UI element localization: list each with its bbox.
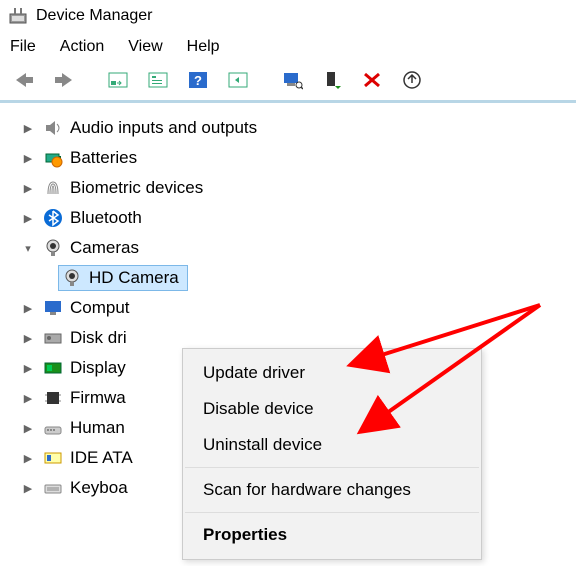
camera-icon — [61, 267, 83, 289]
tree-label: Bluetooth — [70, 208, 142, 228]
action-button[interactable] — [222, 66, 254, 94]
expand-icon[interactable]: ▶ — [20, 182, 36, 195]
expand-icon[interactable]: ▶ — [20, 482, 36, 495]
expand-icon[interactable]: ▶ — [20, 332, 36, 345]
update-driver-button[interactable] — [396, 66, 428, 94]
fingerprint-icon — [42, 177, 64, 199]
menu-item-properties[interactable]: Properties — [183, 517, 481, 553]
expand-icon[interactable]: ▶ — [20, 362, 36, 375]
tree-item-biometric[interactable]: ▶ Biometric devices — [20, 173, 576, 203]
tree-label: Cameras — [70, 238, 139, 258]
help-button[interactable]: ? — [182, 66, 214, 94]
tree-label: Batteries — [70, 148, 137, 168]
expand-icon[interactable]: ▶ — [20, 452, 36, 465]
context-menu: Update driver Disable device Uninstall d… — [182, 348, 482, 560]
menu-item-disable-device[interactable]: Disable device — [183, 391, 481, 427]
monitor-icon — [42, 297, 64, 319]
tree-item-batteries[interactable]: ▶ Batteries — [20, 143, 576, 173]
tree-item-computer[interactable]: ▶ Comput — [20, 293, 576, 323]
camera-icon — [42, 237, 64, 259]
expand-icon[interactable]: ▶ — [20, 122, 36, 135]
tree-label: Audio inputs and outputs — [70, 118, 257, 138]
bluetooth-icon — [42, 207, 64, 229]
expand-icon[interactable]: ▶ — [20, 212, 36, 225]
scan-hardware-button[interactable] — [276, 66, 308, 94]
keyboard-icon — [42, 477, 64, 499]
tree-label: Disk dri — [70, 328, 127, 348]
battery-icon — [42, 147, 64, 169]
menu-help[interactable]: Help — [187, 38, 220, 56]
tree-label: Firmwa — [70, 388, 126, 408]
menu-item-uninstall-device[interactable]: Uninstall device — [183, 427, 481, 463]
disk-icon — [42, 327, 64, 349]
uninstall-button[interactable] — [356, 66, 388, 94]
menu-item-scan-hardware[interactable]: Scan for hardware changes — [183, 472, 481, 508]
window-title: Device Manager — [36, 7, 153, 25]
hid-icon — [42, 417, 64, 439]
titlebar: Device Manager — [0, 0, 576, 32]
tree-label: Keyboa — [70, 478, 128, 498]
add-legacy-hardware-button[interactable] — [316, 66, 348, 94]
chip-icon — [42, 387, 64, 409]
expand-icon[interactable]: ▶ — [20, 392, 36, 405]
forward-button[interactable] — [48, 66, 80, 94]
speaker-icon — [42, 117, 64, 139]
ide-icon — [42, 447, 64, 469]
svg-text:?: ? — [194, 73, 202, 88]
menu-file[interactable]: File — [10, 38, 36, 56]
show-hide-console-button[interactable] — [102, 66, 134, 94]
menubar: File Action View Help — [0, 32, 576, 62]
tree-item-cameras[interactable]: ▾ Cameras — [20, 233, 576, 263]
tree-label: IDE ATA — [70, 448, 133, 468]
tree-label: HD Camera — [89, 268, 179, 288]
tree-item-audio[interactable]: ▶ Audio inputs and outputs — [20, 113, 576, 143]
expand-icon[interactable]: ▶ — [20, 302, 36, 315]
menu-item-update-driver[interactable]: Update driver — [183, 355, 481, 391]
properties-button[interactable] — [142, 66, 174, 94]
tree-label: Biometric devices — [70, 178, 203, 198]
toolbar: ? — [0, 62, 576, 103]
menu-separator — [185, 467, 479, 468]
tree-label: Human — [70, 418, 125, 438]
expand-icon[interactable]: ▶ — [20, 152, 36, 165]
expand-icon[interactable]: ▶ — [20, 422, 36, 435]
tree-item-hd-camera[interactable]: HD Camera — [58, 263, 576, 293]
tree-label: Comput — [70, 298, 130, 318]
tree-item-bluetooth[interactable]: ▶ Bluetooth — [20, 203, 576, 233]
collapse-icon[interactable]: ▾ — [20, 242, 36, 255]
back-button[interactable] — [8, 66, 40, 94]
menu-separator — [185, 512, 479, 513]
tree-label: Display — [70, 358, 126, 378]
menu-action[interactable]: Action — [60, 38, 104, 56]
gpu-icon — [42, 357, 64, 379]
selected-item[interactable]: HD Camera — [58, 265, 188, 291]
device-manager-icon — [8, 6, 28, 26]
menu-view[interactable]: View — [128, 38, 162, 56]
